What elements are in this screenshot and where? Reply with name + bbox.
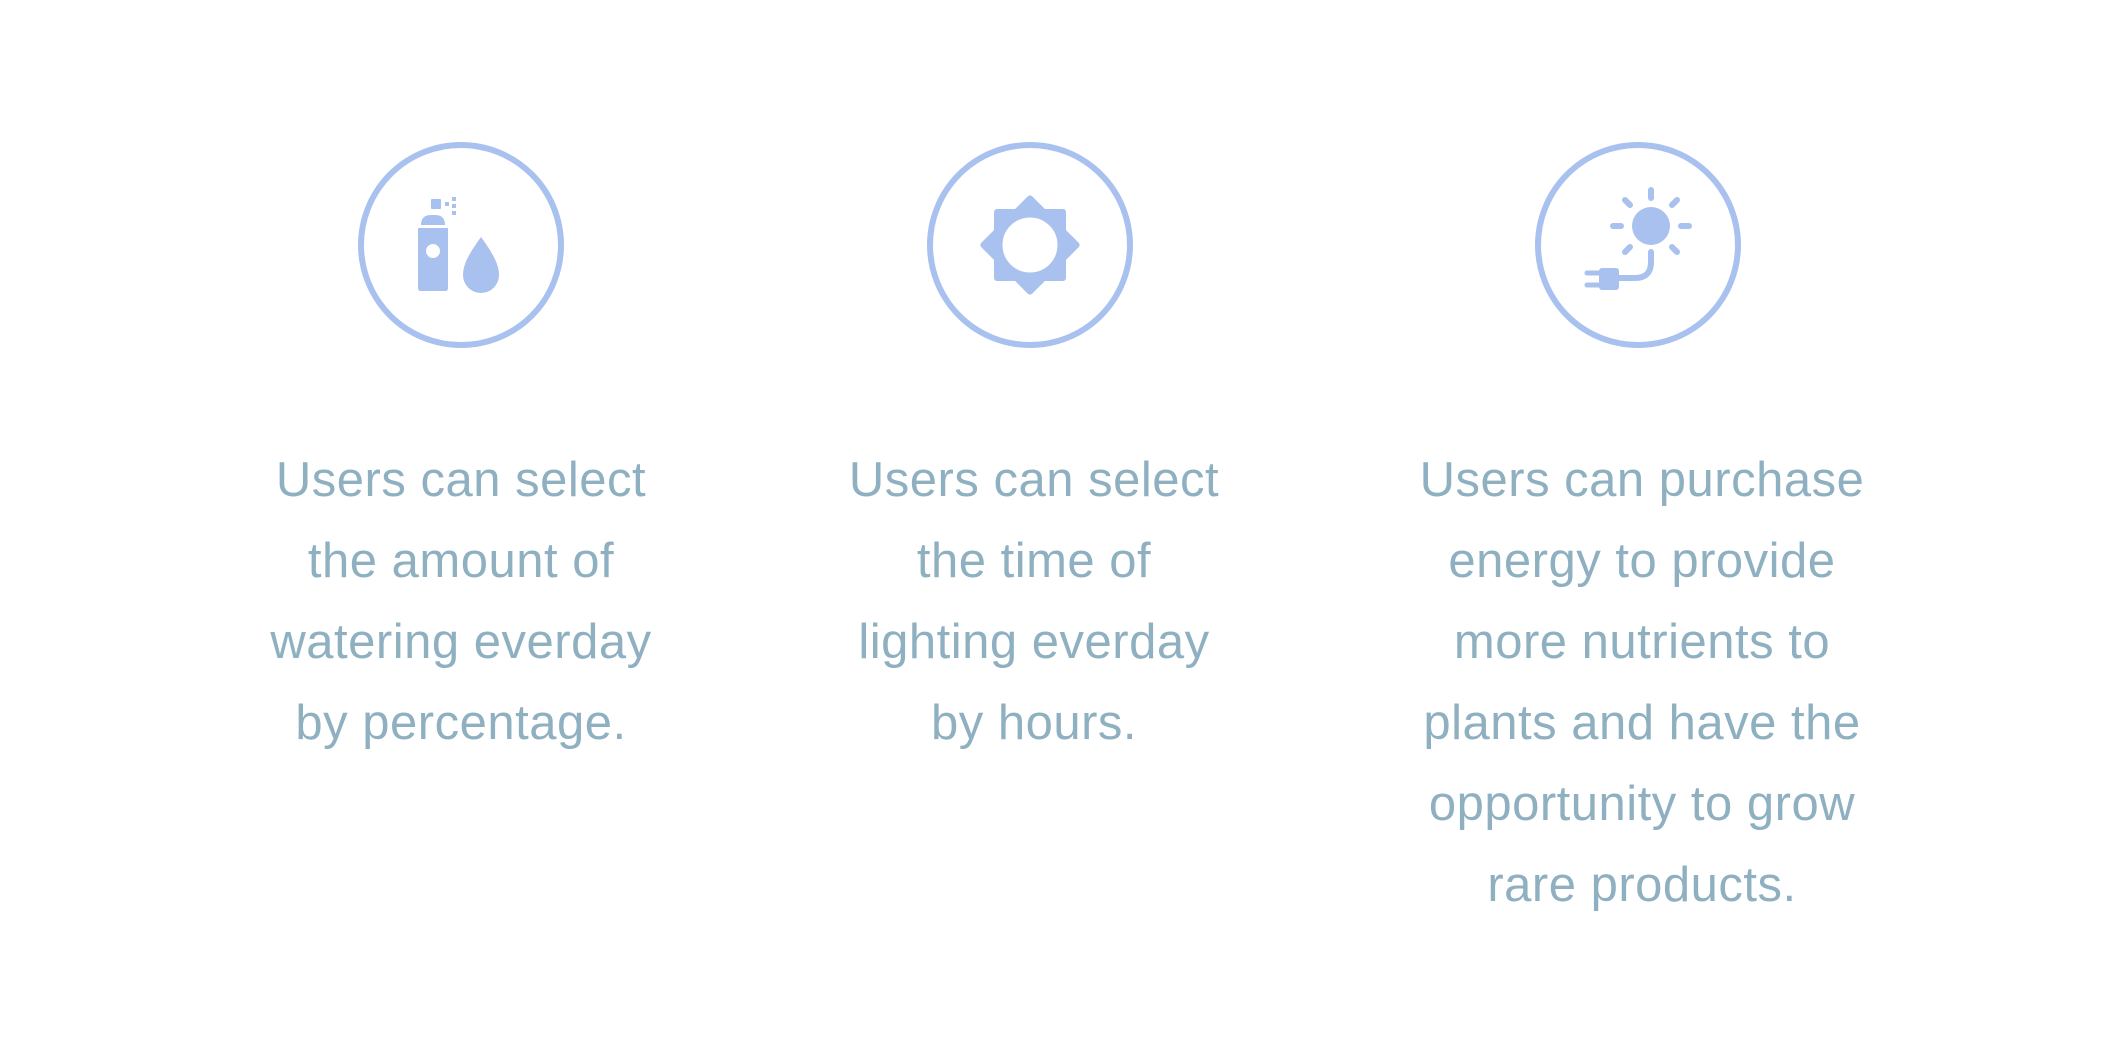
text-line: by hours. — [930, 696, 1138, 750]
feature-watering-description: Users can select the amount of watering … — [270, 440, 651, 764]
text-line: lighting everday — [858, 615, 1210, 669]
text-line: watering everday — [270, 615, 652, 669]
text-line: Users can purchase — [1419, 453, 1865, 507]
feature-energy-description: Users can purchase energy to provide mor… — [1420, 440, 1865, 926]
text-line: by percentage. — [295, 696, 627, 750]
brightness-icon-circle — [927, 142, 1133, 348]
feature-lighting-description: Users can select the time of lighting ev… — [849, 440, 1219, 764]
brightness-icon — [980, 195, 1080, 295]
solar-energy-icon-circle — [1535, 142, 1741, 348]
text-line: energy to provide — [1448, 534, 1836, 588]
text-line: the amount of — [307, 534, 615, 588]
text-line: the time of — [916, 534, 1152, 588]
solar-energy-icon — [1584, 187, 1692, 290]
watering-icon-circle — [358, 142, 564, 348]
text-line: plants and have the — [1423, 696, 1861, 750]
text-line: more nutrients to — [1453, 615, 1831, 669]
text-line: rare products. — [1487, 858, 1797, 912]
feature-energy: Users can purchase energy to provide mor… — [1382, 0, 1902, 1059]
watering-icon — [418, 197, 499, 293]
text-line: Users can select — [848, 453, 1220, 507]
feature-watering: Users can select the amount of watering … — [201, 0, 721, 1059]
feature-lighting: Users can select the time of lighting ev… — [774, 0, 1294, 1059]
text-line: Users can select — [275, 453, 647, 507]
text-line: opportunity to grow — [1428, 777, 1856, 831]
